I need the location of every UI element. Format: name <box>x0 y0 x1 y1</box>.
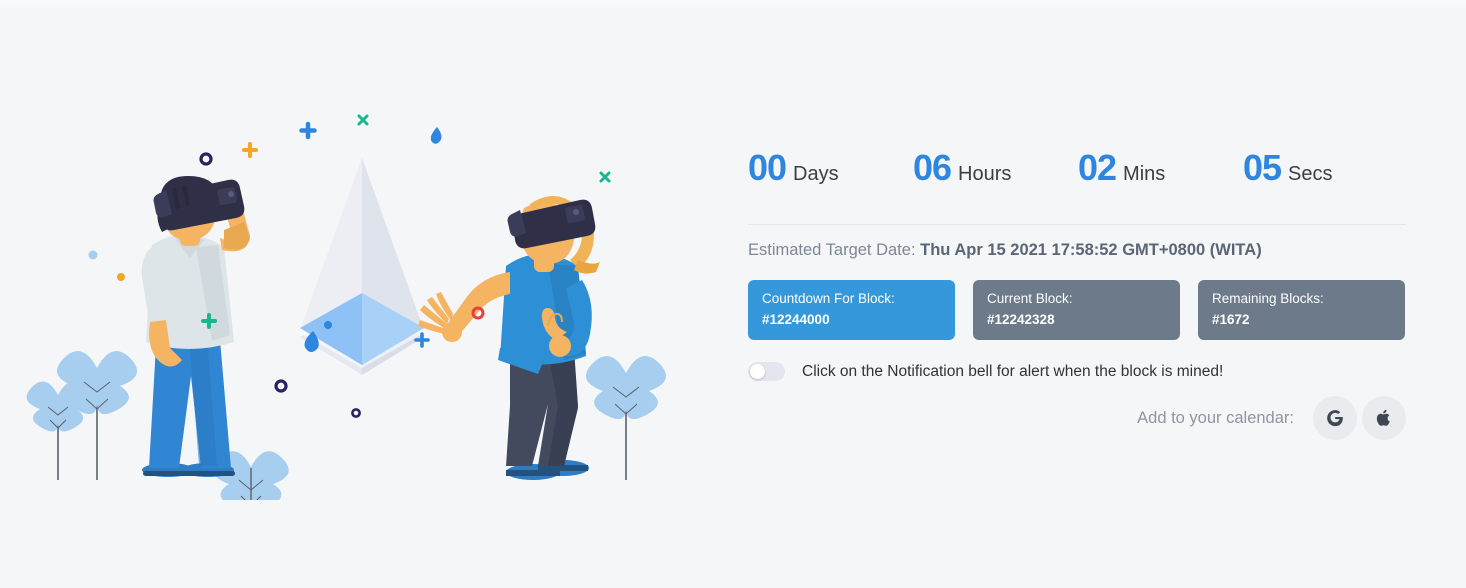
countdown-hours-value: 06 <box>913 147 952 188</box>
calendar-label: Add to your calendar: <box>1137 408 1294 427</box>
block-cards: Countdown For Block: #12244000 Current B… <box>748 280 1408 340</box>
countdown-unit-secs: 05 Secs <box>1243 150 1408 186</box>
estimated-target-date-label: Estimated Target Date: <box>748 241 916 259</box>
card-remaining-blocks: Remaining Blocks: #1672 <box>1198 280 1405 340</box>
countdown-unit-mins: 02 Mins <box>1078 150 1243 186</box>
panel-divider <box>748 224 1406 225</box>
countdown-secs-label: Secs <box>1288 163 1333 185</box>
card-countdown-for-block-title: Countdown For Block: <box>762 291 895 306</box>
countdown-secs-value: 05 <box>1243 147 1282 188</box>
card-current-block: Current Block: #12242328 <box>973 280 1180 340</box>
countdown-unit-days: 00 Days <box>748 150 913 186</box>
countdown-unit-hours: 06 Hours <box>913 150 1078 186</box>
countdown-days-label: Days <box>793 163 839 185</box>
card-current-block-title: Current Block: <box>987 291 1073 306</box>
plant-right <box>585 355 667 480</box>
top-strip <box>0 0 1466 8</box>
countdown-page: 00 Days 06 Hours 02 Mins 05 Secs Estimat… <box>0 0 1466 588</box>
card-countdown-for-block: Countdown For Block: #12244000 <box>748 280 955 340</box>
countdown-hours-label: Hours <box>958 163 1012 185</box>
apple-icon <box>1375 408 1393 428</box>
countdown-timer: 00 Days 06 Hours 02 Mins 05 Secs <box>748 150 1408 212</box>
notification-text: Click on the Notification bell for alert… <box>802 362 1224 380</box>
notification-toggle-knob <box>750 364 765 379</box>
apple-calendar-button[interactable] <box>1362 396 1406 440</box>
card-countdown-for-block-value: #12244000 <box>762 311 830 327</box>
estimated-target-date-value: Thu Apr 15 2021 17:58:52 GMT+0800 (WITA) <box>920 241 1262 259</box>
countdown-days-value: 00 <box>748 147 787 188</box>
countdown-panel: 00 Days 06 Hours 02 Mins 05 Secs Estimat… <box>748 150 1408 440</box>
estimated-target-date: Estimated Target Date: Thu Apr 15 2021 1… <box>748 241 1408 260</box>
google-calendar-button[interactable] <box>1313 396 1357 440</box>
notification-toggle[interactable] <box>748 362 785 381</box>
countdown-mins-label: Mins <box>1123 163 1166 185</box>
card-current-block-value: #12242328 <box>987 311 1055 327</box>
card-remaining-blocks-value: #1672 <box>1212 311 1250 327</box>
countdown-mins-value: 02 <box>1078 147 1117 188</box>
vr-ethereum-illustration <box>0 90 720 500</box>
person-right <box>418 196 600 480</box>
person-left <box>141 176 250 477</box>
google-icon <box>1325 408 1345 428</box>
notification-row: Click on the Notification bell for alert… <box>748 362 1408 381</box>
calendar-row: Add to your calendar: <box>748 396 1406 440</box>
card-remaining-blocks-title: Remaining Blocks: <box>1212 291 1324 306</box>
